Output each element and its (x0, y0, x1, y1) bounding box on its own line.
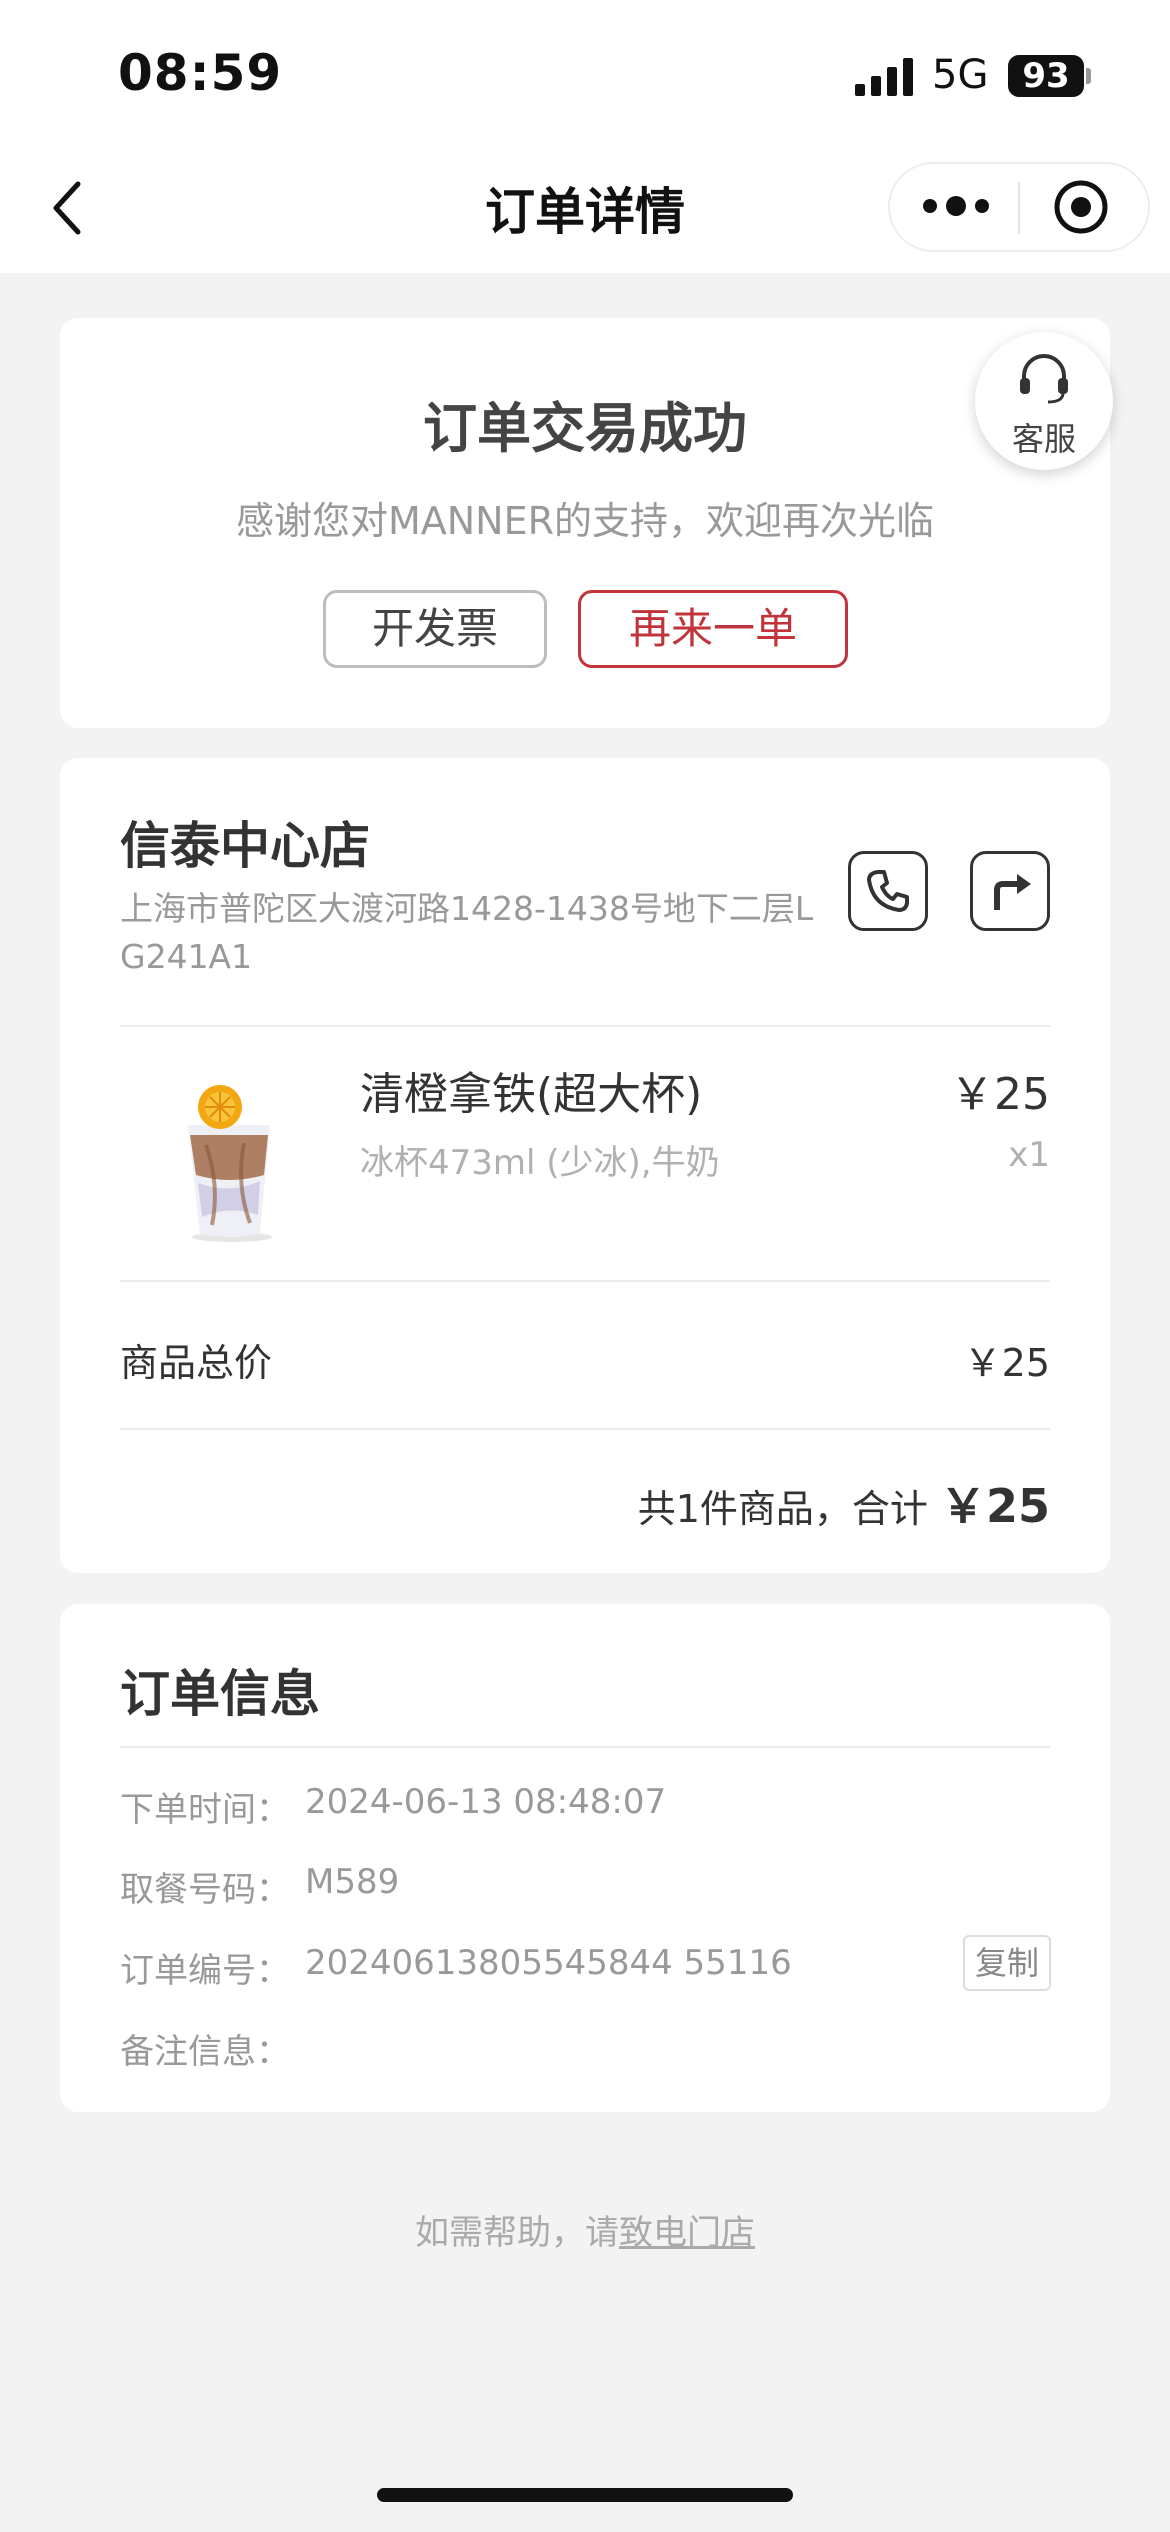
customer-service-label: 客服 (1011, 420, 1076, 458)
cellular-signal-icon (855, 58, 913, 96)
order-status-subtitle: 感谢您对MANNER的支持，欢迎再次光临 (235, 499, 935, 543)
battery-tip (1086, 68, 1091, 84)
pickup-number-label: 取餐号码： (120, 1870, 290, 1910)
order-status-title: 订单交易成功 (423, 397, 747, 460)
help-prefix: 如需帮助，请 (415, 2213, 619, 2253)
subtotal-label: 商品总价 (120, 1341, 273, 1385)
help-text: 如需帮助，请致电门店 (0, 2205, 1170, 2254)
invoice-button[interactable]: 开发票 (323, 590, 547, 668)
copy-order-number-button[interactable]: 复制 (963, 1935, 1051, 1991)
product-image[interactable] (160, 1065, 290, 1245)
divider (120, 1428, 1050, 1430)
divider (120, 1025, 1050, 1027)
order-time-label: 下单时间： (120, 1790, 290, 1830)
remark-label: 备注信息： (120, 2032, 290, 2072)
product-price: ￥25 (950, 1069, 1050, 1120)
call-store-link[interactable]: 致电门店 (619, 2213, 755, 2253)
battery-icon: 93 (1008, 55, 1084, 97)
call-store-button[interactable] (848, 851, 928, 931)
navigate-store-button[interactable] (970, 851, 1050, 931)
order-number-value: 20240613805545844 55116 (305, 1943, 792, 1983)
reorder-button[interactable]: 再来一单 (578, 590, 848, 668)
close-miniprogram-icon[interactable] (1052, 178, 1110, 236)
status-time: 08:59 (118, 44, 283, 102)
order-total: 共1件商品，合计 ￥25 (500, 1470, 1050, 1536)
product-name: 清橙拿铁(超大杯) (360, 1069, 703, 1120)
divider (120, 1280, 1050, 1282)
subtotal-value: ￥25 (963, 1341, 1050, 1385)
product-spec: 冰杯473ml (少冰),牛奶 (360, 1143, 720, 1183)
total-value: ￥25 (939, 1479, 1050, 1533)
order-time-value: 2024-06-13 08:48:07 (305, 1782, 667, 1822)
capsule-divider (1018, 182, 1020, 234)
pickup-number-value: M589 (305, 1862, 400, 1902)
product-quantity: x1 (1008, 1135, 1050, 1175)
divider (120, 1746, 1050, 1748)
order-number-label: 订单编号： (120, 1951, 290, 1991)
total-prefix: 共1件商品，合计 (637, 1487, 928, 1531)
order-info-title: 订单信息 (120, 1665, 320, 1723)
network-type: 5G (932, 52, 989, 98)
phone-icon (867, 870, 909, 912)
store-name: 信泰中心店 (120, 817, 370, 875)
home-indicator (377, 2488, 793, 2502)
store-address: 上海市普陀区大渡河路1428-1438号地下二层LG241A1 (120, 889, 814, 976)
headset-icon (1020, 354, 1068, 404)
directions-icon (994, 874, 1031, 910)
more-icon[interactable] (920, 190, 992, 222)
